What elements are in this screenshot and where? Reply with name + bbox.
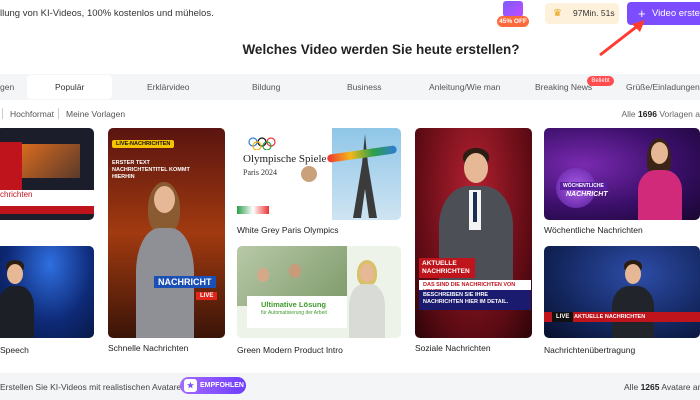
news-line-2: BESCHREIBEN SIE IHRE NACHRICHTEN HIER IM… xyxy=(419,290,531,310)
card-caption: Wöchentliche Nachrichten xyxy=(544,225,643,235)
tab-populaer[interactable]: Populär xyxy=(27,75,113,99)
avatar-body xyxy=(349,284,385,338)
avatars-section-bar: Erstellen Sie KI-Videos mit realistische… xyxy=(0,373,700,400)
flag-stripe xyxy=(237,206,269,214)
offer-badge: 45% OFF xyxy=(497,16,529,27)
page-title: Welches Video werden Sie heute erstellen… xyxy=(242,42,520,57)
count-value: 1265 xyxy=(640,382,660,392)
thumbs-up-icon: ★ xyxy=(184,379,197,392)
recommended-label: EMPFOHLEN xyxy=(200,382,244,389)
card-caption: Soziale Nachrichten xyxy=(415,343,491,353)
fire-image xyxy=(22,144,80,178)
tie xyxy=(473,192,477,222)
tab-vorlagen[interactable]: gen xyxy=(0,74,14,100)
template-card-woechentliche-nachrichten[interactable]: WÖCHENTLICHE NACHRICHT xyxy=(544,128,700,220)
tab-anleitung[interactable]: Anleitung/Wie man xyxy=(429,74,500,100)
count-suffix: Vorlagen a xyxy=(659,109,700,119)
card-caption: White Grey Paris Olympics xyxy=(237,225,339,235)
tab-business[interactable]: Business xyxy=(347,74,382,100)
nachricht-label: NACHRICHT xyxy=(154,276,216,288)
avatar-count[interactable]: Alle 1265 Avatare anz xyxy=(624,382,700,392)
template-card-paris-olympics[interactable]: Olympische Spiele Paris 2024 xyxy=(237,128,401,220)
card-caption: Schnelle Nachrichten xyxy=(108,343,189,353)
tab-bildung[interactable]: Bildung xyxy=(252,74,280,100)
template-card-news-left[interactable] xyxy=(0,128,94,220)
template-card-speech[interactable] xyxy=(0,246,94,338)
banner-text: llung von KI-Videos, 100% kostenlos und … xyxy=(0,8,214,19)
avatar xyxy=(289,264,301,278)
tab-breaking-news[interactable]: Breaking News xyxy=(535,74,592,100)
top-banner: llung von KI-Videos, 100% kostenlos und … xyxy=(0,0,700,28)
template-count: Alle 1696 Vorlagen a xyxy=(621,109,700,119)
popular-badge: Beliebt xyxy=(587,76,614,86)
filter-hochformat[interactable]: Hochformat xyxy=(10,109,54,119)
avatar xyxy=(301,166,317,182)
template-card-green-product-intro[interactable]: Ultimative Lösung für Automatisierung de… xyxy=(237,246,401,338)
divider xyxy=(58,108,59,119)
olympic-rings-icon xyxy=(248,137,276,150)
avatar-head xyxy=(7,264,23,284)
avatar-head xyxy=(464,153,488,183)
avatar-head xyxy=(651,142,668,164)
avatar-head xyxy=(625,264,641,284)
title-box: Ultimative Lösung für Automatisierung de… xyxy=(247,296,347,328)
avatar-head xyxy=(154,186,175,213)
create-video-label: Video erstellen xyxy=(652,8,700,19)
avatar-body xyxy=(638,170,682,220)
live-label: LIVE xyxy=(196,292,218,300)
avatar-body xyxy=(0,286,34,338)
ticker-text: AKTUELLE NACHRICHTEN xyxy=(574,314,646,320)
headline-overlay: ERSTER TEXT NACHRICHTENTITEL KOMMT HIERH… xyxy=(112,160,190,180)
live-nachrichten-tag: LIVE-NACHRICHTEN xyxy=(112,140,175,148)
avatar xyxy=(257,268,269,282)
count-suffix: Avatare anz xyxy=(661,382,700,392)
olympics-subtitle: Paris 2024 xyxy=(243,168,277,177)
tab-gruesse[interactable]: Grüße/Einladungen xyxy=(626,74,700,100)
template-card-schnelle-nachrichten[interactable]: LIVE-NACHRICHTEN ERSTER TEXT NACHRICHTEN… xyxy=(108,128,225,338)
weekly-small-label: WÖCHENTLICHE xyxy=(560,182,607,190)
crown-icon: ♛ xyxy=(553,8,562,19)
count-prefix: Alle xyxy=(621,109,636,119)
card-caption: Speech xyxy=(0,345,29,355)
count-value: 1696 xyxy=(638,109,657,119)
aktuelle-nachrichten-label: AKTUELLE NACHRICHTEN xyxy=(419,258,475,278)
ticker-bar xyxy=(0,206,94,214)
filter-meine-vorlagen[interactable]: Meine Vorlagen xyxy=(66,109,125,119)
template-card-nachrichtenuebertragung[interactable]: LIVE AKTUELLE NACHRICHTEN xyxy=(544,246,700,338)
count-prefix: Alle xyxy=(624,382,639,392)
avatars-section-title: Erstellen Sie KI-Videos mit realistische… xyxy=(0,382,186,392)
product-title: Ultimative Lösung xyxy=(261,300,327,309)
recommended-badge: ★ EMPFOHLEN xyxy=(180,377,246,394)
template-card-soziale-nachrichten[interactable]: AKTUELLE NACHRICHTEN DAS SIND DIE NACHRI… xyxy=(415,128,532,338)
gift-icon xyxy=(503,1,523,17)
tab-erklaervideo[interactable]: Erklärvideo xyxy=(147,74,190,100)
product-subtitle: für Automatisierung der Arbeit xyxy=(261,310,327,316)
card-caption: chrichten xyxy=(0,190,33,199)
card-caption: Green Modern Product Intro xyxy=(237,345,343,355)
olympics-title: Olympische Spiele xyxy=(243,153,327,165)
avatar-head xyxy=(360,264,374,282)
offer-gift[interactable]: 45% OFF xyxy=(497,1,529,28)
filter-row: Hochformat Meine Vorlagen Alle 1696 Vorl… xyxy=(0,108,700,122)
live-label: LIVE xyxy=(552,312,574,322)
card-caption: Nachrichtenübertragung xyxy=(544,345,636,355)
divider xyxy=(2,108,3,119)
nachricht-label: NACHRICHT xyxy=(566,191,608,198)
